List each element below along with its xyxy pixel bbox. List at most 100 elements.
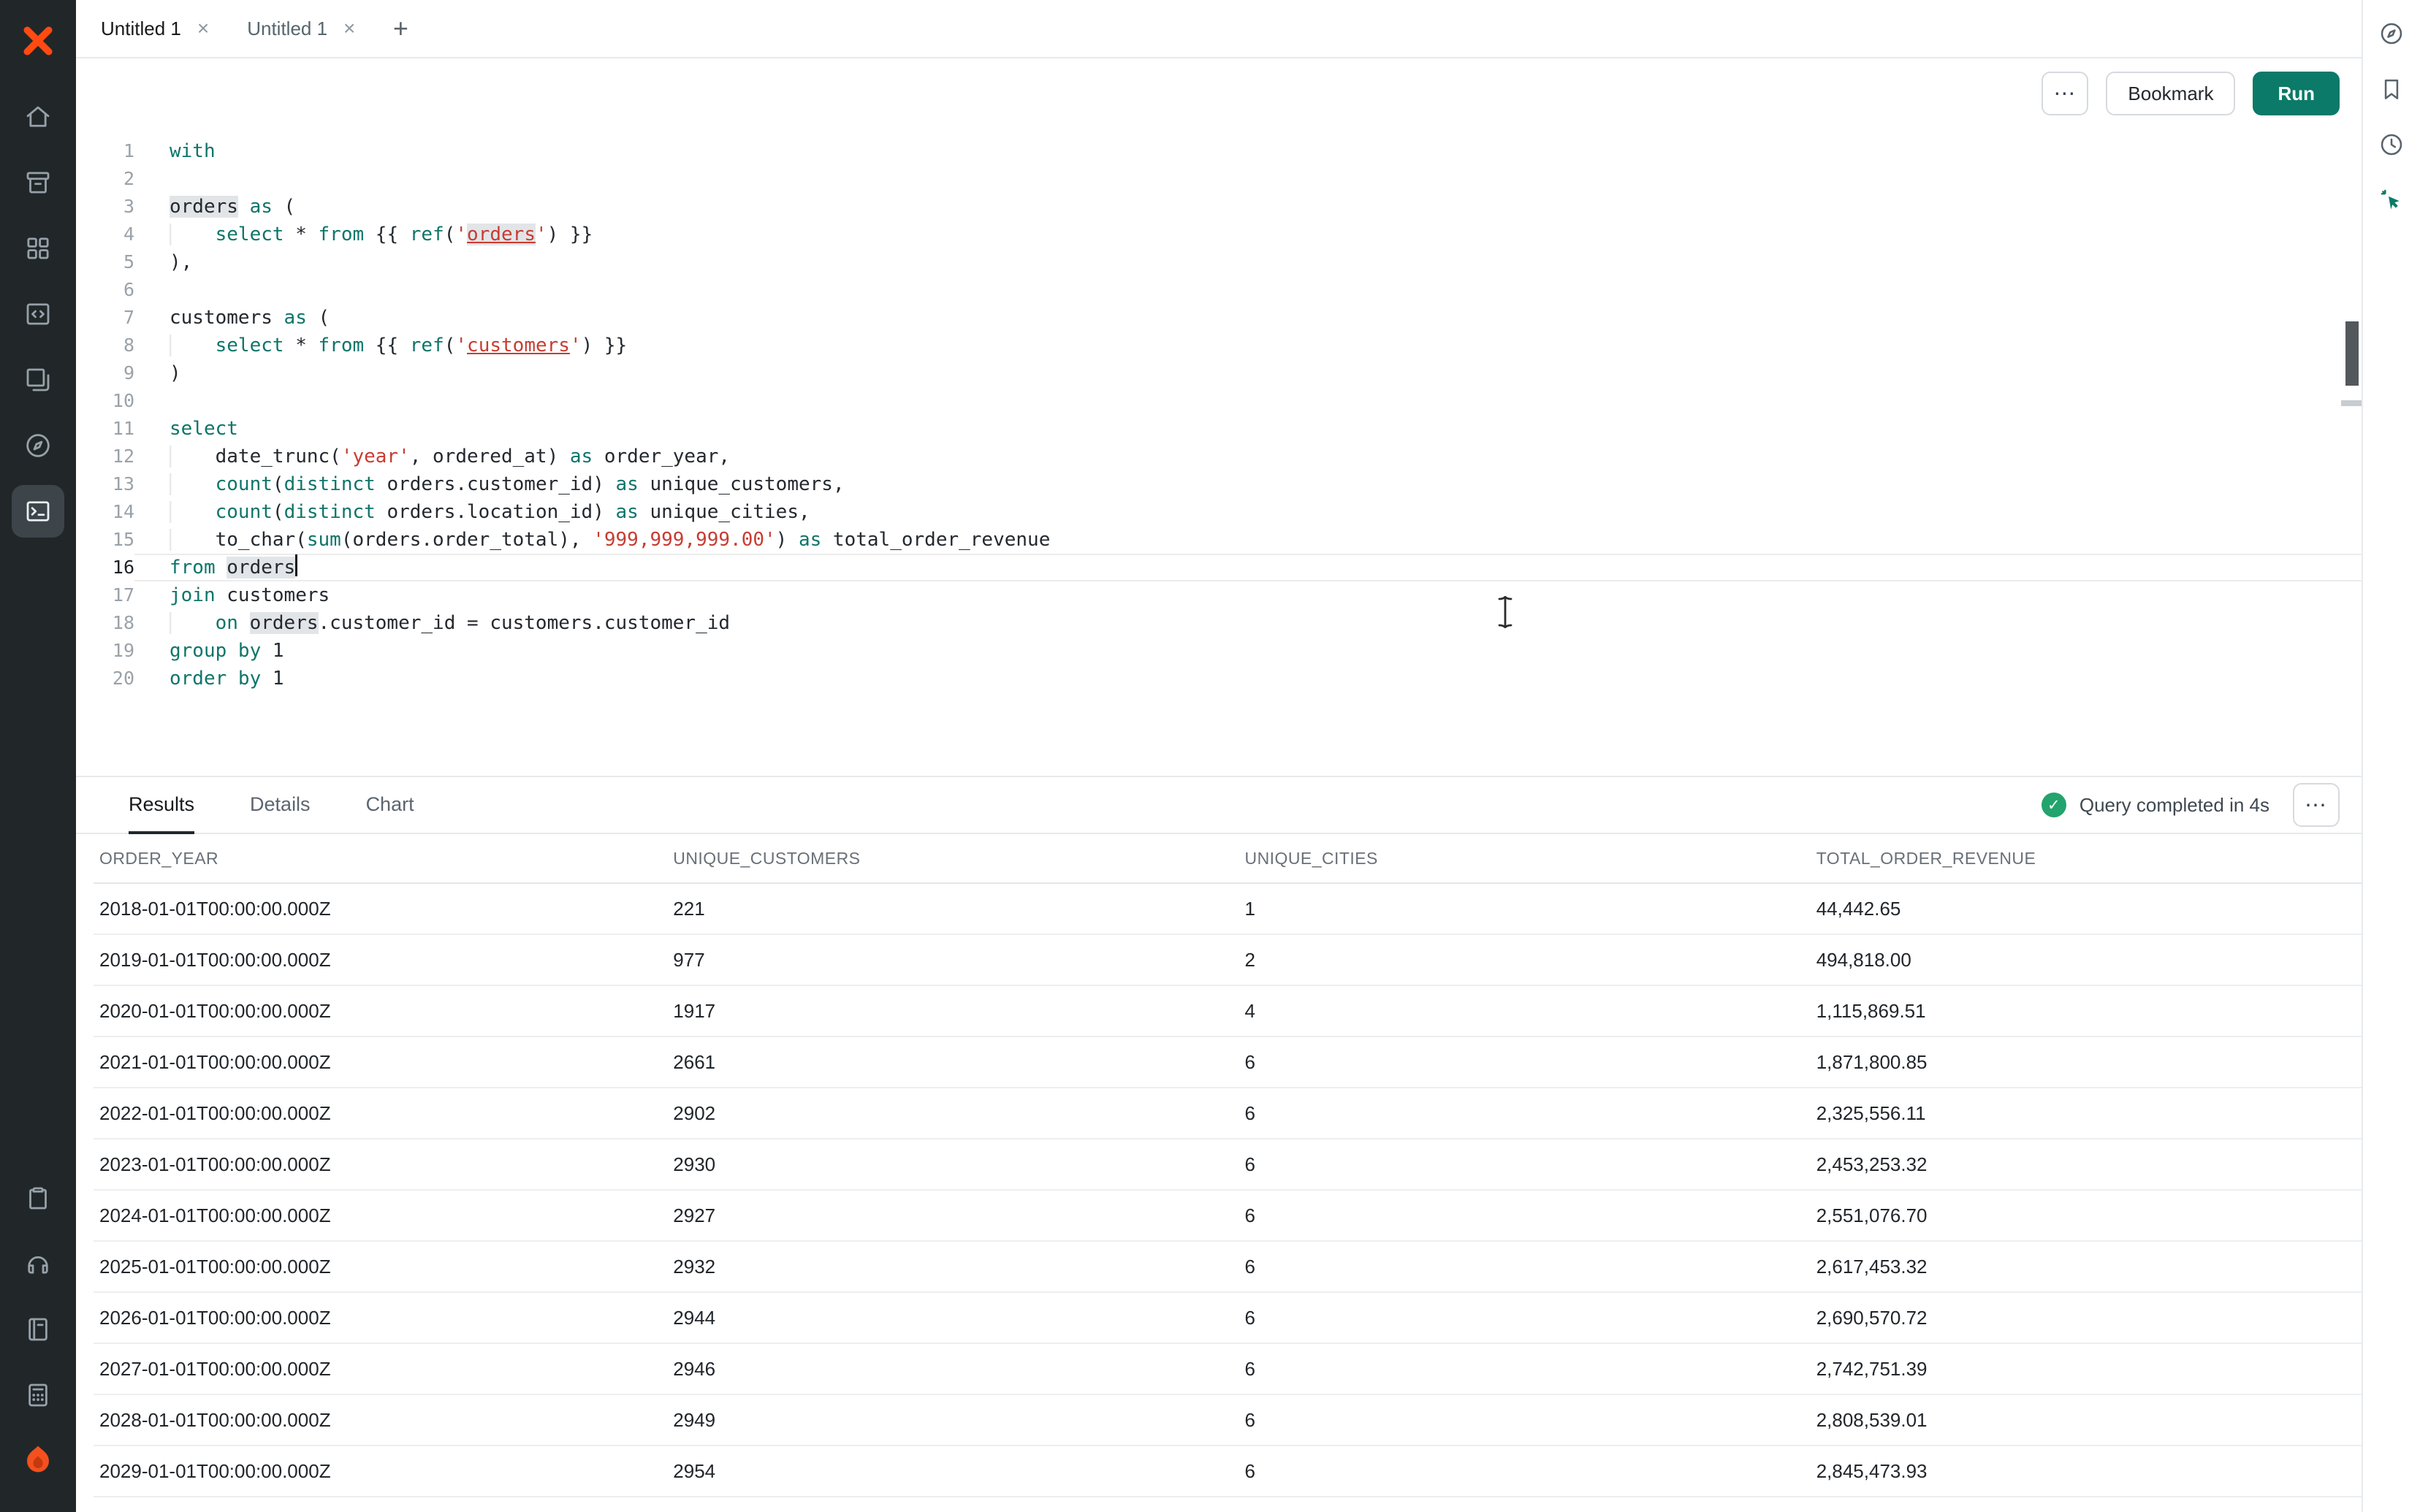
code-line[interactable]: 13 count(distinct orders.customer_id) as…	[76, 470, 2362, 498]
table-cell[interactable]: 2927	[667, 1204, 1238, 1227]
table-row[interactable]: 2028-01-01T00:00:00.000Z294962,808,539.0…	[94, 1395, 2362, 1446]
table-cell[interactable]: 2946	[667, 1358, 1238, 1381]
brand-icon[interactable]	[12, 1435, 64, 1487]
table-cell[interactable]: 1,115,869.51	[1811, 1000, 2362, 1023]
table-cell[interactable]: 2021-01-01T00:00:00.000Z	[94, 1051, 667, 1074]
code-line[interactable]: 17join customers	[76, 581, 2362, 609]
table-cell[interactable]: 6	[1239, 1102, 1811, 1125]
table-cell[interactable]: 2029-01-01T00:00:00.000Z	[94, 1460, 667, 1483]
run-button[interactable]: Run	[2253, 72, 2340, 115]
compass-icon[interactable]	[12, 419, 64, 472]
editor-scrollbar-thumb[interactable]	[2345, 321, 2359, 386]
headphones-icon[interactable]	[12, 1237, 64, 1290]
new-tab-button[interactable]: +	[374, 0, 427, 57]
table-cell[interactable]: 2954	[667, 1460, 1238, 1483]
compass-icon[interactable]	[2370, 12, 2413, 56]
table-cell[interactable]: 2902	[667, 1102, 1238, 1125]
table-cell[interactable]: 2661	[667, 1051, 1238, 1074]
code-line[interactable]: 7customers as (	[76, 304, 2362, 332]
table-cell[interactable]: 2,325,556.11	[1811, 1102, 2362, 1125]
table-cell[interactable]: 2,617,453.32	[1811, 1256, 2362, 1278]
table-cell[interactable]: 2,690,570.72	[1811, 1307, 2362, 1329]
close-icon[interactable]: ×	[197, 18, 209, 39]
table-cell[interactable]: 2,808,539.01	[1811, 1409, 2362, 1432]
results-more-button[interactable]: ⋯	[2293, 783, 2340, 827]
table-cell[interactable]: 1,871,800.85	[1811, 1051, 2362, 1074]
code-line[interactable]: 20order by 1	[76, 665, 2362, 692]
table-cell[interactable]: 6	[1239, 1409, 1811, 1432]
table-cell[interactable]: 2,453,253.32	[1811, 1153, 2362, 1176]
table-cell[interactable]: 977	[667, 949, 1238, 971]
close-icon[interactable]: ×	[343, 18, 355, 39]
table-cell[interactable]: 2,845,473.93	[1811, 1460, 2362, 1483]
logo-x[interactable]	[12, 15, 64, 67]
table-cell[interactable]: 2028-01-01T00:00:00.000Z	[94, 1409, 667, 1432]
table-cell[interactable]: 6	[1239, 1204, 1811, 1227]
table-cell[interactable]: 6	[1239, 1153, 1811, 1176]
tab-chart[interactable]: Chart	[366, 777, 414, 834]
bookmark-button[interactable]: Bookmark	[2106, 72, 2235, 115]
tab-untitled-1[interactable]: Untitled 1 ×	[82, 0, 228, 57]
table-cell[interactable]: 6	[1239, 1460, 1811, 1483]
table-cell[interactable]: 4	[1239, 1000, 1811, 1023]
table-cell[interactable]: 2025-01-01T00:00:00.000Z	[94, 1256, 667, 1278]
code-line[interactable]: 11select	[76, 415, 2362, 443]
code-line[interactable]: 1with	[76, 137, 2362, 165]
terminal-icon[interactable]	[12, 485, 64, 538]
table-row[interactable]: 2025-01-01T00:00:00.000Z293262,617,453.3…	[94, 1242, 2362, 1293]
table-cell[interactable]: 494,818.00	[1811, 949, 2362, 971]
more-options-button[interactable]: ⋯	[2042, 72, 2088, 115]
table-cell[interactable]: 2,551,076.70	[1811, 1204, 2362, 1227]
windows-icon[interactable]	[12, 354, 64, 406]
table-cell[interactable]: 2	[1239, 949, 1811, 971]
table-row[interactable]: 2030-01-01T00:00:00.000Z287961,841,049.3…	[94, 1497, 2362, 1512]
table-cell[interactable]: 2024-01-01T00:00:00.000Z	[94, 1204, 667, 1227]
table-cell[interactable]: 2022-01-01T00:00:00.000Z	[94, 1102, 667, 1125]
sql-editor[interactable]: 1with23orders as (4 select * from {{ ref…	[76, 129, 2362, 776]
code-line[interactable]: 3orders as (	[76, 193, 2362, 221]
archive-icon[interactable]	[12, 156, 64, 209]
code-line[interactable]: 8 select * from {{ ref('customers') }}	[76, 332, 2362, 359]
table-cell[interactable]: 6	[1239, 1358, 1811, 1381]
table-cell[interactable]: 2018-01-01T00:00:00.000Z	[94, 898, 667, 920]
calculator-icon[interactable]	[12, 1369, 64, 1421]
code-line[interactable]: 14 count(distinct orders.location_id) as…	[76, 498, 2362, 526]
code-line[interactable]: 15 to_char(sum(orders.order_total), '999…	[76, 526, 2362, 554]
table-cell[interactable]: 2944	[667, 1307, 1238, 1329]
tab-details[interactable]: Details	[250, 777, 311, 834]
code-line[interactable]: 16from orders	[76, 554, 2362, 581]
table-cell[interactable]: 1	[1239, 898, 1811, 920]
notebook-icon[interactable]	[12, 1303, 64, 1356]
grid-icon[interactable]	[12, 222, 64, 275]
table-cell[interactable]: 6	[1239, 1307, 1811, 1329]
table-cell[interactable]: 44,442.65	[1811, 898, 2362, 920]
code-line[interactable]: 9)	[76, 359, 2362, 387]
table-row[interactable]: 2018-01-01T00:00:00.000Z221144,442.65	[94, 884, 2362, 935]
history-icon[interactable]	[2370, 123, 2413, 167]
table-cell[interactable]: 2023-01-01T00:00:00.000Z	[94, 1153, 667, 1176]
table-cell[interactable]: 6	[1239, 1256, 1811, 1278]
table-row[interactable]: 2022-01-01T00:00:00.000Z290262,325,556.1…	[94, 1088, 2362, 1139]
table-row[interactable]: 2023-01-01T00:00:00.000Z293062,453,253.3…	[94, 1139, 2362, 1191]
tab-results[interactable]: Results	[129, 777, 194, 834]
table-cell[interactable]: 1917	[667, 1000, 1238, 1023]
table-row[interactable]: 2026-01-01T00:00:00.000Z294462,690,570.7…	[94, 1293, 2362, 1344]
table-cell[interactable]: 2027-01-01T00:00:00.000Z	[94, 1358, 667, 1381]
cursor-click-icon[interactable]	[2370, 178, 2413, 222]
code-line[interactable]: 18 on orders.customer_id = customers.cus…	[76, 609, 2362, 637]
table-cell[interactable]: 6	[1239, 1051, 1811, 1074]
table-row[interactable]: 2021-01-01T00:00:00.000Z266161,871,800.8…	[94, 1037, 2362, 1088]
code-line[interactable]: 4 select * from {{ ref('orders') }}	[76, 221, 2362, 248]
table-cell[interactable]: 2019-01-01T00:00:00.000Z	[94, 949, 667, 971]
table-cell[interactable]: 2949	[667, 1409, 1238, 1432]
code-line[interactable]: 12 date_trunc('year', ordered_at) as ord…	[76, 443, 2362, 470]
clipboard-icon[interactable]	[12, 1172, 64, 1224]
code-panel-icon[interactable]	[12, 288, 64, 340]
table-row[interactable]: 2027-01-01T00:00:00.000Z294662,742,751.3…	[94, 1344, 2362, 1395]
table-row[interactable]: 2019-01-01T00:00:00.000Z9772494,818.00	[94, 935, 2362, 986]
code-line[interactable]: 5),	[76, 248, 2362, 276]
table-cell[interactable]: 221	[667, 898, 1238, 920]
table-row[interactable]: 2020-01-01T00:00:00.000Z191741,115,869.5…	[94, 986, 2362, 1037]
code-line[interactable]: 19group by 1	[76, 637, 2362, 665]
home-icon[interactable]	[12, 91, 64, 143]
